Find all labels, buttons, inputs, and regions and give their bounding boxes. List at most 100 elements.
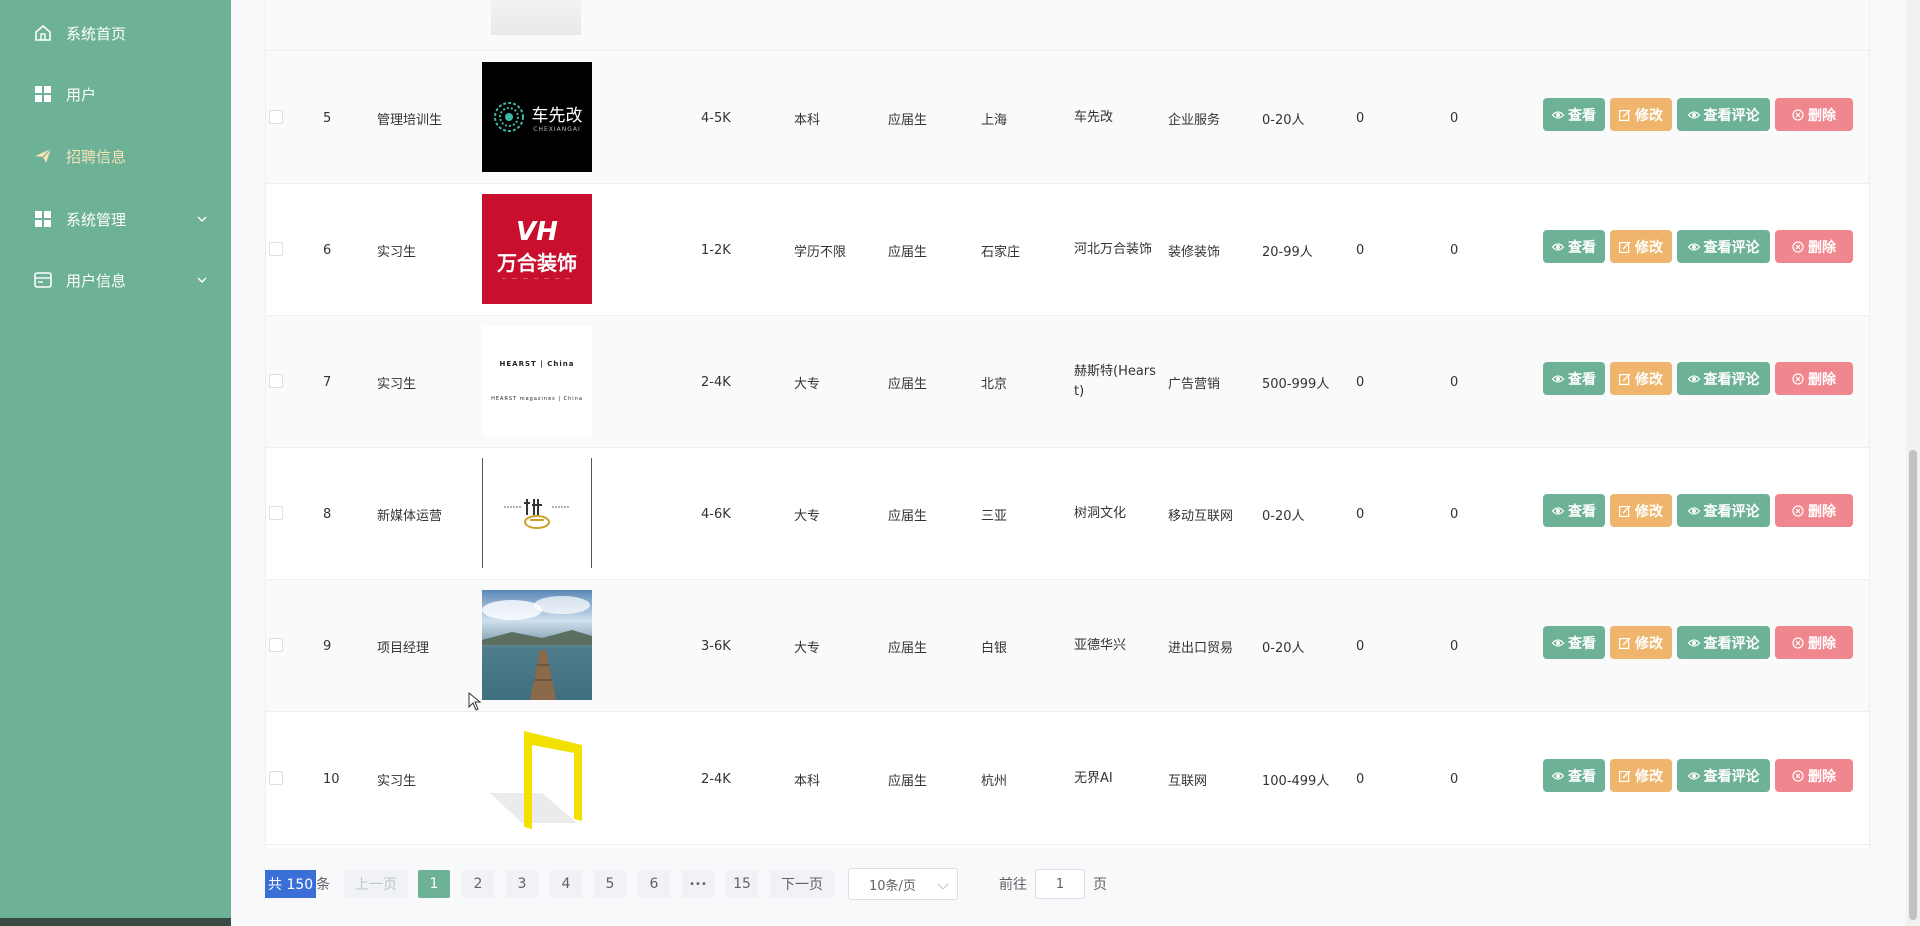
view-button[interactable]: 查看 (1543, 494, 1605, 527)
prev-page-button[interactable]: 上一页 (344, 870, 408, 898)
delete-button-label: 删除 (1808, 107, 1836, 124)
salary: 2-4K (701, 771, 731, 787)
edit-button-label: 修改 (1635, 503, 1663, 520)
view-button[interactable]: 查看 (1543, 230, 1605, 263)
experience: 应届生 (888, 244, 928, 260)
edit-button[interactable]: 修改 (1610, 362, 1672, 395)
scrollbar-thumb[interactable] (1909, 450, 1917, 920)
view-button[interactable]: 查看 (1543, 98, 1605, 131)
row-checkbox[interactable] (269, 242, 283, 256)
delete-button[interactable]: 删除 (1775, 494, 1853, 527)
industry: 企业服务 (1168, 112, 1221, 128)
page-button-5[interactable]: 5 (594, 870, 626, 898)
table-row: 7 实习生 HEARST | China HEARST magazines | Chi… (266, 316, 1869, 448)
view-button[interactable]: 查看 (1543, 759, 1605, 792)
page-button-2[interactable]: 2 (462, 870, 494, 898)
sidebar: 系统首页 用户 招聘信息 系统管理 用户信息 (0, 0, 231, 926)
sidebar-item-users[interactable]: 用户 (0, 69, 231, 119)
count-b: 0 (1450, 771, 1459, 787)
edit-button[interactable]: 修改 (1610, 759, 1672, 792)
count-b: 0 (1450, 638, 1459, 654)
company-size: 500-999人 (1262, 376, 1330, 392)
view-reviews-button[interactable]: 查看评论 (1677, 98, 1770, 131)
table-row: 10 实习生 2-4K 本科 应届生 杭州 无界AI 互联网 100-499人 0 0 查看 修改 查看评… (266, 713, 1869, 845)
goto-page-input[interactable] (1035, 869, 1085, 899)
company-logo-image (482, 458, 592, 568)
grid-icon (33, 209, 53, 229)
view-reviews-button[interactable]: 查看评论 (1677, 230, 1770, 263)
edit-button[interactable]: 修改 (1610, 626, 1672, 659)
company-logo-image (482, 590, 592, 700)
page-button-1[interactable]: 1 (418, 870, 450, 898)
delete-button[interactable]: 删除 (1775, 626, 1853, 659)
eye-icon (1687, 505, 1700, 517)
row-checkbox[interactable] (269, 374, 283, 388)
logo-text: 车先改 (531, 106, 583, 126)
education: 本科 (794, 112, 821, 128)
page-button-3[interactable]: 3 (506, 870, 538, 898)
sidebar-item-system-management[interactable]: 系统管理 (0, 194, 231, 244)
view-button[interactable]: 查看 (1543, 626, 1605, 659)
view-button[interactable]: 查看 (1543, 362, 1605, 395)
edit-button[interactable]: 修改 (1610, 98, 1672, 131)
company-size: 0-20人 (1262, 640, 1305, 656)
view-reviews-button[interactable]: 查看评论 (1677, 494, 1770, 527)
view-reviews-button-label: 查看评论 (1703, 635, 1760, 652)
row-checkbox[interactable] (269, 110, 283, 124)
job-title: 管理培训生 (377, 112, 443, 128)
page-ellipsis-button[interactable]: ••• (682, 870, 714, 898)
page-button-15[interactable]: 15 (726, 870, 758, 898)
table-row: 8 新媒体运营 4-6K 大专 应届生 三亚 树洞文化 移动互联网 0-20人 0 0 查看 修改 查看评… (266, 448, 1869, 580)
sidebar-item-label: 用户信息 (66, 271, 127, 290)
row-index: 5 (323, 110, 332, 126)
delete-button[interactable]: 删除 (1775, 98, 1853, 131)
delete-button[interactable]: 删除 (1775, 362, 1853, 395)
view-button-label: 查看 (1568, 768, 1596, 785)
company-logo-image: VH 万合装饰 — — — — — — — (482, 194, 592, 304)
delete-button-label: 删除 (1808, 503, 1836, 520)
edit-icon (1619, 241, 1631, 253)
sidebar-item-label: 用户 (66, 85, 97, 104)
delete-button-label: 删除 (1808, 371, 1836, 388)
total-count: 共 150 条 (265, 870, 330, 898)
next-page-button[interactable]: 下一页 (770, 870, 834, 898)
page-button-4[interactable]: 4 (550, 870, 582, 898)
view-reviews-button[interactable]: 查看评论 (1677, 362, 1770, 395)
count-a: 0 (1356, 506, 1365, 522)
delete-button[interactable]: 删除 (1775, 759, 1853, 792)
city: 上海 (981, 112, 1008, 128)
company-size: 0-20人 (1262, 112, 1305, 128)
edit-icon (1619, 373, 1631, 385)
salary: 1-2K (701, 242, 731, 258)
scrollbar[interactable] (1906, 0, 1920, 926)
eye-icon (1551, 241, 1565, 253)
education: 大专 (794, 508, 821, 524)
delete-button-label: 删除 (1808, 768, 1836, 785)
row-checkbox[interactable] (269, 771, 283, 785)
row-checkbox[interactable] (269, 506, 283, 520)
sidebar-item-recruitment[interactable]: 招聘信息 (0, 131, 231, 181)
send-icon (33, 146, 53, 166)
recruitment-table: 5 管理培训生 车先改 CHEXIANGAI 4-5K 本科 应届生 上海 车先改 企业服务 0-2… (265, 0, 1870, 848)
card-icon (33, 270, 53, 290)
row-checkbox[interactable] (269, 638, 283, 652)
page-size-select[interactable]: 10条/页 (848, 868, 958, 900)
view-reviews-button[interactable]: 查看评论 (1677, 626, 1770, 659)
eye-icon (1687, 373, 1700, 385)
table-row-partial (266, 0, 1869, 51)
sidebar-item-user-info[interactable]: 用户信息 (0, 255, 231, 305)
eye-icon (1551, 109, 1565, 121)
view-reviews-button-label: 查看评论 (1703, 503, 1760, 520)
count-b: 0 (1450, 506, 1459, 522)
page-button-6[interactable]: 6 (638, 870, 670, 898)
delete-button[interactable]: 删除 (1775, 230, 1853, 263)
company-logo-image: HEARST | China HEARST magazines | China (482, 326, 592, 436)
city: 石家庄 (981, 244, 1021, 260)
edit-button[interactable]: 修改 (1610, 230, 1672, 263)
education: 大专 (794, 640, 821, 656)
industry: 广告营销 (1168, 376, 1221, 392)
sidebar-item-home[interactable]: 系统首页 (0, 8, 231, 58)
view-reviews-button[interactable]: 查看评论 (1677, 759, 1770, 792)
salary: 3-6K (701, 638, 731, 654)
edit-button[interactable]: 修改 (1610, 494, 1672, 527)
